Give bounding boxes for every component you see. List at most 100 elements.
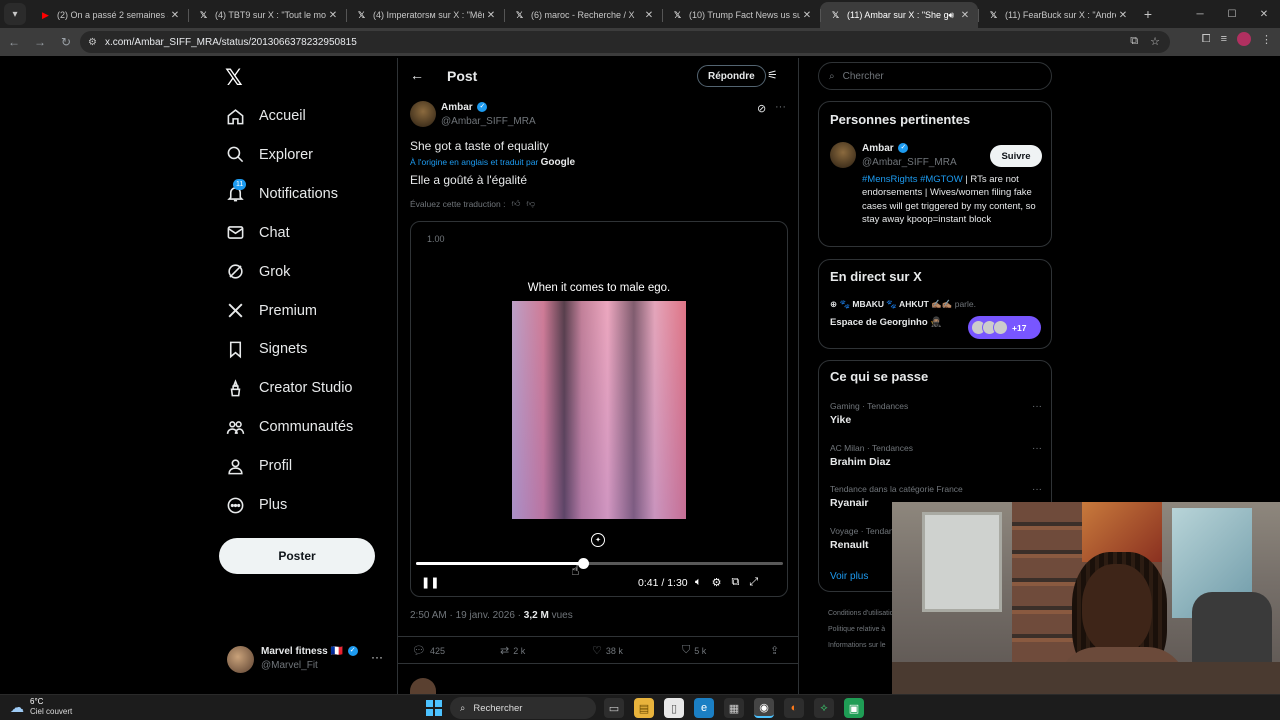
file-explorer-icon[interactable]: ▤	[634, 698, 654, 718]
forward-icon[interactable]: →	[28, 30, 52, 54]
trend-item[interactable]: AC Milan · Tendances Brahim Diaz ···	[830, 443, 1042, 468]
post-timestamp[interactable]: 2:50 AM · 19 janv. 2026 ·	[410, 610, 521, 621]
task-view-icon[interactable]: ▭	[604, 698, 624, 718]
close-icon[interactable]: ✕	[642, 10, 656, 21]
account-switcher[interactable]: Marvel fitness 🇫🇷 ✓ @Marvel_Fit ···	[227, 644, 387, 676]
app-icon[interactable]: ▣	[844, 698, 864, 718]
live-listeners-pill[interactable]: +17	[968, 316, 1041, 339]
app-icon[interactable]: ⟡	[814, 698, 834, 718]
relevant-name[interactable]: Ambar	[862, 143, 894, 154]
store-icon[interactable]: ▦	[724, 698, 744, 718]
reading-list-icon[interactable]: ≡	[1221, 33, 1227, 45]
nav-item-profil[interactable]: Profil	[225, 451, 292, 481]
avatar[interactable]	[410, 678, 436, 694]
footer-link[interactable]: Informations sur le	[828, 638, 897, 654]
nav-item-grok[interactable]: Grok	[225, 257, 290, 287]
more-icon[interactable]: ···	[1032, 401, 1042, 412]
audio-playing-icon[interactable]: 🔊︎	[948, 10, 954, 21]
nav-item-signets[interactable]: Signets	[225, 334, 307, 364]
close-icon[interactable]: ✕	[168, 10, 182, 21]
fullscreen-icon[interactable]: ⤢	[749, 576, 758, 589]
x-logo-icon[interactable]: 𝕏	[225, 66, 243, 91]
taskbar-search[interactable]: ⌕ Rechercher	[450, 697, 596, 719]
nav-item-plus[interactable]: Plus	[225, 490, 287, 520]
more-icon[interactable]: ···	[371, 650, 383, 664]
nav-item-creator-studio[interactable]: Creator Studio	[225, 373, 353, 403]
nav-item-accueil[interactable]: Accueil	[225, 101, 306, 131]
nav-item-premium[interactable]: Premium	[225, 296, 317, 326]
url-text[interactable]: x.com/Ambar_SIFF_MRA/status/201306637823…	[105, 37, 357, 48]
volume-icon[interactable]: 🔈︎	[695, 576, 702, 589]
bio-hashtags[interactable]: #MensRights #MGTOW	[862, 174, 963, 185]
nav-item-notifications[interactable]: 11 Notifications	[225, 178, 338, 209]
close-icon[interactable]: ✕	[800, 10, 814, 21]
install-app-icon[interactable]: ⧉	[1130, 35, 1138, 48]
search-input[interactable]: ⌕ Chercher	[818, 62, 1052, 90]
browser-tab[interactable]: 𝕏 (11) Ambar sur X : "She got 🔊︎ ✕	[820, 2, 978, 28]
close-icon[interactable]: ✕	[326, 10, 340, 21]
picture-in-picture-icon[interactable]: ⧉	[731, 576, 739, 589]
author-name[interactable]: Ambar	[441, 102, 473, 113]
reload-icon[interactable]: ↻	[54, 30, 78, 54]
nav-item-chat[interactable]: Chat	[225, 218, 290, 248]
minimize-button[interactable]: ─	[1184, 0, 1216, 28]
follow-button[interactable]: Suivre	[990, 145, 1042, 167]
pause-icon[interactable]: ❚❚	[421, 576, 439, 589]
relevant-handle[interactable]: @Ambar_SIFF_MRA	[862, 157, 957, 168]
back-icon[interactable]: ←	[2, 30, 26, 54]
extensions-icon[interactable]: ⧠	[1202, 33, 1211, 46]
windows-start-icon[interactable]	[426, 700, 442, 716]
scrubber-handle[interactable]	[577, 558, 589, 569]
browser-tab[interactable]: 𝕏 (11) FearBuck sur X : "Andrew ✕	[978, 2, 1136, 28]
notepad-icon[interactable]: ▯	[664, 698, 684, 718]
close-icon[interactable]: ✕	[1116, 10, 1130, 21]
more-icon[interactable]: ···	[1032, 484, 1042, 495]
settings-icon[interactable]: ⚙	[712, 576, 722, 589]
address-bar[interactable]: ⚙ x.com/Ambar_SIFF_MRA/status/2013066378…	[80, 31, 1170, 53]
footer-link[interactable]: Conditions d'utilisation	[828, 606, 897, 622]
firefox-icon[interactable]: ◐	[784, 698, 804, 718]
thumbs-down-icon[interactable]: 👎︎	[526, 198, 535, 209]
nav-item-communautés[interactable]: Communautés	[225, 412, 353, 442]
browser-tab[interactable]: 𝕏 (4) Imperatorsм sur X : "Même ✕	[346, 2, 504, 28]
video-player[interactable]: 1.00 When it comes to male ego. ✦ ☝ ❚❚ 0…	[410, 221, 788, 597]
browser-menu-icon[interactable]: ⋮	[1261, 33, 1272, 46]
post-button[interactable]: Poster	[219, 538, 375, 574]
avatar[interactable]	[830, 142, 856, 168]
chrome-icon[interactable]: ◉	[754, 698, 774, 718]
edge-icon[interactable]: e	[694, 698, 714, 718]
profile-avatar[interactable]	[1237, 32, 1251, 46]
repost-action[interactable]: ⇄ 2 k	[500, 644, 525, 657]
browser-tab[interactable]: 𝕏 (4) TBT9 sur X : "Tout le monde✕	[188, 2, 346, 28]
video-scrubber[interactable]	[416, 558, 783, 569]
grok-icon[interactable]: ⊘	[757, 102, 766, 115]
site-info-icon[interactable]: ⚙	[88, 37, 97, 48]
reply-button[interactable]: Répondre	[697, 65, 766, 87]
see-more-link[interactable]: Voir plus	[830, 571, 868, 582]
trend-item[interactable]: Gaming · Tendances Yike ···	[830, 401, 1042, 426]
close-icon[interactable]: ✕	[484, 10, 498, 21]
close-icon[interactable]: ✕	[958, 10, 972, 21]
bookmark-action[interactable]: ⛉ 5 k	[682, 644, 706, 657]
weather-widget[interactable]: ☁ 6°C Ciel couvert	[10, 697, 72, 717]
author-avatar[interactable]	[410, 101, 436, 127]
tab-search-button[interactable]: ▾	[4, 3, 26, 25]
nav-item-explorer[interactable]: Explorer	[225, 140, 313, 170]
like-action[interactable]: ♡ 38 k	[592, 644, 623, 657]
sliders-icon[interactable]: ⚟	[767, 68, 778, 82]
more-icon[interactable]: ···	[1032, 443, 1042, 454]
back-arrow-icon[interactable]: ←	[410, 67, 424, 83]
browser-tab[interactable]: 𝕏 (6) maroc - Recherche / X ✕	[504, 2, 662, 28]
thumbs-up-icon[interactable]: 👍︎	[511, 198, 520, 209]
live-spaces-card[interactable]: En direct sur X ⊕ 🐾 MBAKU 🐾 AHKUT ✍🏽✍🏽 p…	[818, 259, 1052, 349]
more-icon[interactable]: ···	[775, 101, 786, 113]
bookmark-star-icon[interactable]: ☆	[1150, 35, 1160, 48]
footer-link[interactable]: Politique relative à	[828, 622, 897, 638]
reply-action[interactable]: 💬︎ 425	[412, 644, 445, 657]
browser-tab[interactable]: 𝕏 (10) Trump Fact News us sur X✕	[662, 2, 820, 28]
close-window-button[interactable]: ✕	[1248, 0, 1280, 28]
share-action[interactable]: ⇪	[770, 644, 779, 657]
author-handle[interactable]: @Ambar_SIFF_MRA	[441, 116, 536, 127]
browser-tab[interactable]: ▶ (2) On a passé 2 semaines avec✕	[30, 2, 188, 28]
maximize-button[interactable]: ☐	[1216, 0, 1248, 28]
